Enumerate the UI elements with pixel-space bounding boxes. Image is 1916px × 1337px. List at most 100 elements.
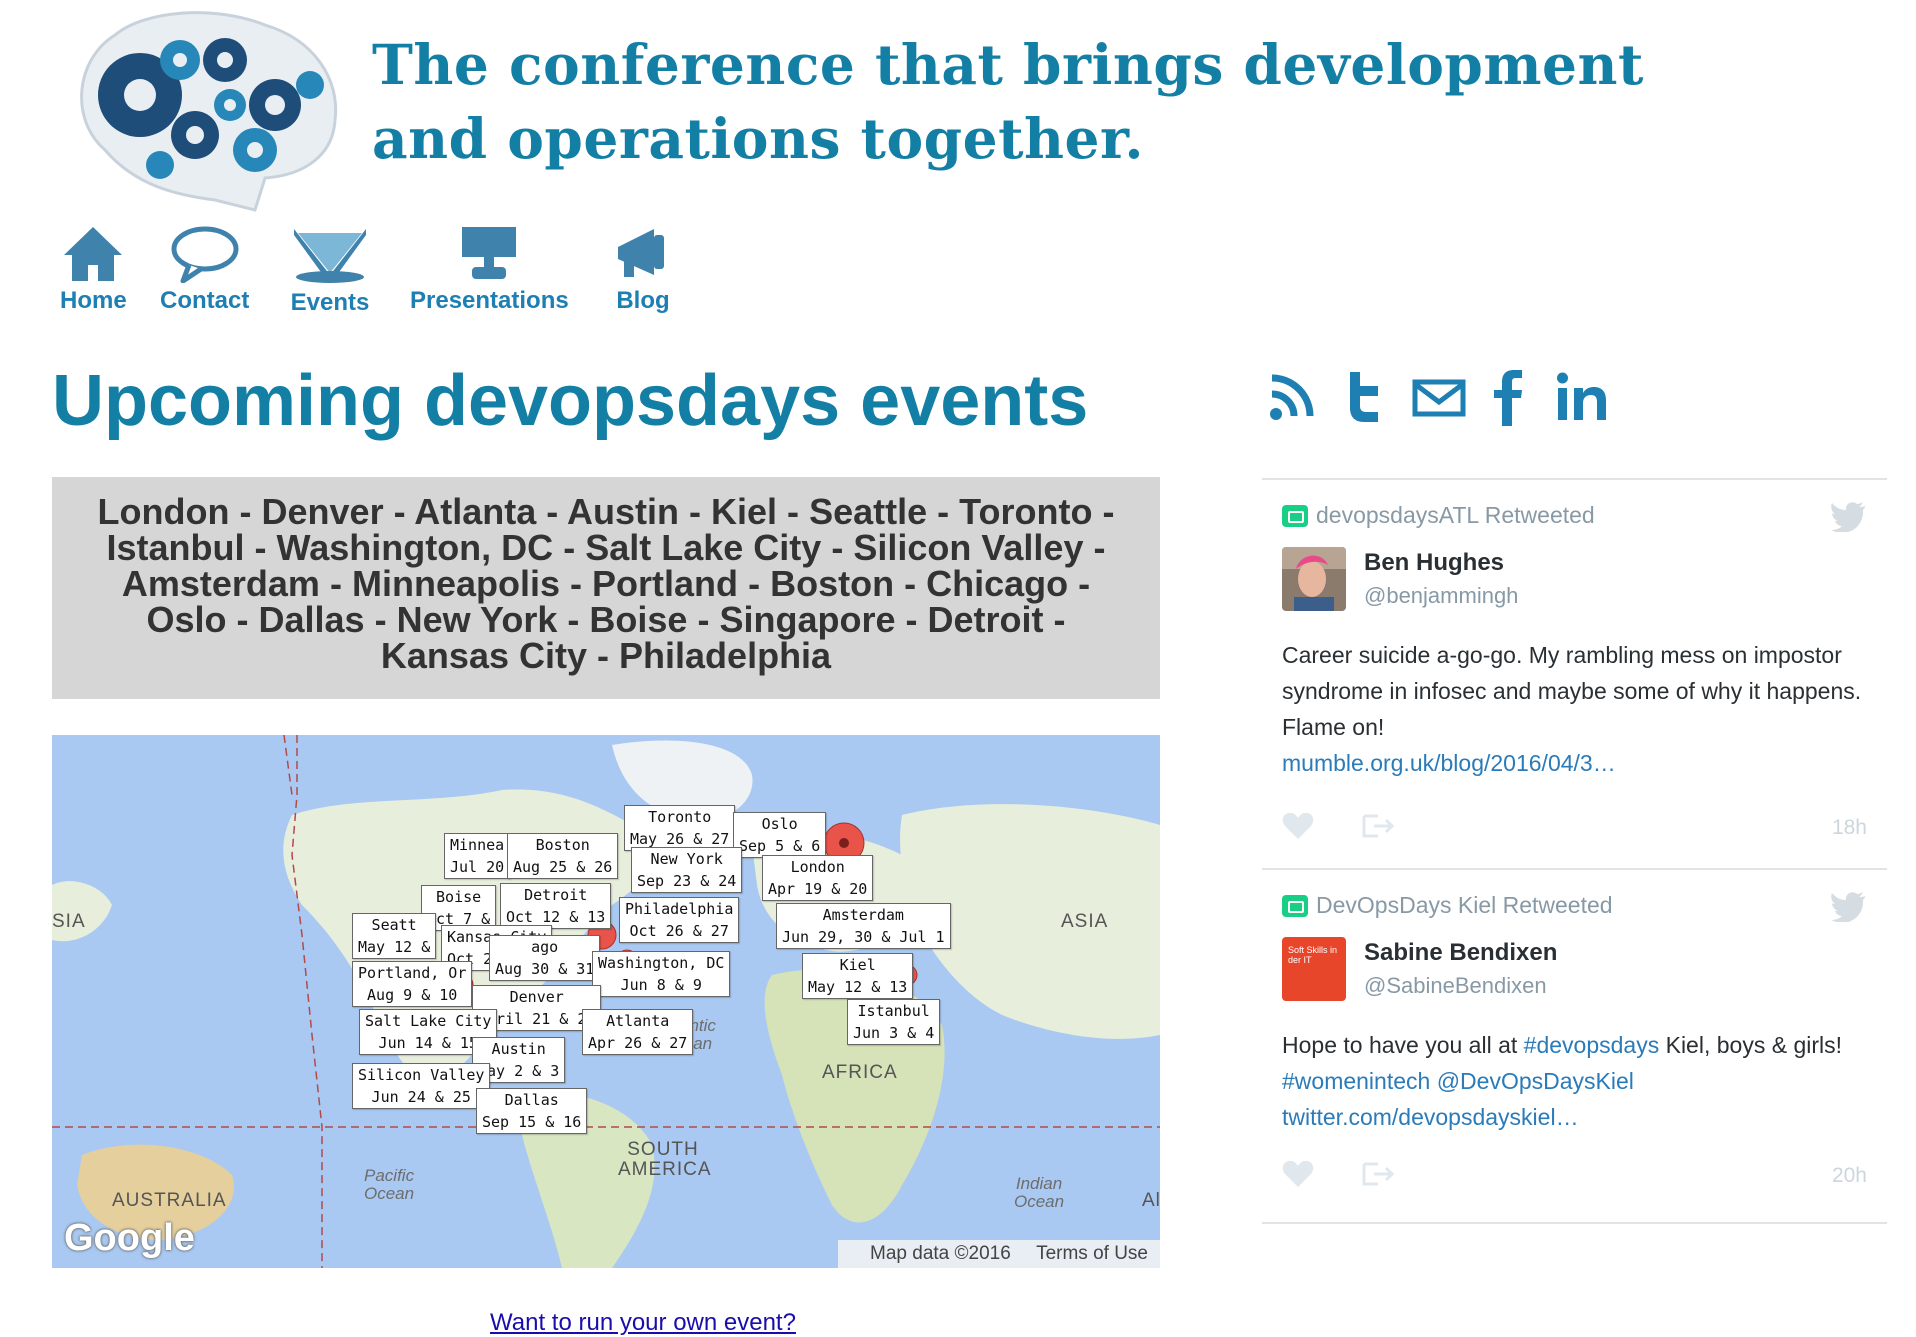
city-link[interactable]: Philadelphia (619, 635, 831, 676)
city-link[interactable]: Austin (567, 491, 679, 532)
retweeted-by[interactable]: devopsdaysATL Retweeted (1316, 502, 1595, 529)
share-icon[interactable] (1362, 1160, 1396, 1193)
tweet-time[interactable]: 20h (1832, 1164, 1867, 1188)
tweet-link[interactable]: mumble.org.uk/blog/2016/04/3… (1282, 750, 1616, 776)
avatar[interactable]: Soft Skills in der IT (1282, 937, 1346, 1001)
city-link[interactable]: Toronto (959, 491, 1092, 532)
nav-presentations[interactable]: Presentations (410, 225, 569, 315)
city-link[interactable]: Kiel (711, 491, 777, 532)
city-link[interactable]: Amsterdam (122, 563, 320, 604)
city-link[interactable]: Istanbul (107, 527, 245, 568)
twitter-icon[interactable] (1342, 368, 1386, 429)
tweet-author[interactable]: Soft Skills in der IT Sabine Bendixen @S… (1282, 937, 1867, 1003)
city-link[interactable]: Seattle (809, 491, 927, 532)
map-marker-label[interactable]: Minnea Jul 20 (444, 833, 511, 879)
city-link[interactable]: Chicago (926, 563, 1068, 604)
city-separator: - (570, 563, 583, 604)
rss-icon[interactable] (1268, 368, 1316, 429)
like-icon[interactable] (1282, 1160, 1314, 1193)
city-link[interactable]: Boise (589, 599, 687, 640)
run-own-event-link[interactable]: Want to run your own event? (490, 1309, 796, 1337)
city-separator: - (748, 563, 761, 604)
city-link[interactable]: Minneapolis (352, 563, 560, 604)
city-link[interactable]: Washington, DC (277, 527, 554, 568)
city-link[interactable]: Oslo (146, 599, 226, 640)
nav-events-label: Events (290, 289, 370, 316)
author-name[interactable]: Sabine Bendixen (1364, 939, 1557, 967)
share-icon[interactable] (1362, 812, 1396, 845)
linkedin-icon[interactable] (1556, 368, 1608, 429)
map-marker-label[interactable]: Boston Aug 25 & 26 (507, 833, 619, 879)
tweet-text: Career suicide a-go-go. My rambling mess… (1282, 637, 1867, 781)
city-link[interactable]: Atlanta (414, 491, 536, 532)
city-link[interactable]: London (98, 491, 230, 532)
twitter-bird-icon[interactable] (1831, 892, 1867, 927)
nav-contact[interactable]: Contact (160, 225, 249, 315)
tagline-line-1: The conference that brings development (372, 32, 1644, 97)
email-icon[interactable] (1412, 368, 1466, 429)
twitter-bird-icon[interactable] (1831, 502, 1867, 537)
map-marker-label[interactable]: Detroit Oct 12 & 13 (500, 883, 612, 929)
author-handle[interactable]: @SabineBendixen (1364, 973, 1547, 999)
city-separator: - (697, 599, 710, 640)
map-marker-label[interactable]: Atlanta Apr 26 & 27 (582, 1009, 694, 1055)
tweet-time[interactable]: 18h (1832, 816, 1867, 840)
spotlight-stage-icon (294, 229, 366, 283)
map-marker-label[interactable]: Oslo Sep 5 & 6 (733, 812, 827, 858)
avatar[interactable] (1282, 547, 1346, 611)
map-marker-label[interactable]: ago Aug 30 & 31 (489, 935, 601, 981)
map-marker-label[interactable]: Kiel May 12 & 13 (802, 953, 914, 999)
google-logo[interactable]: Google (64, 1217, 195, 1260)
city-separator: - (688, 491, 701, 532)
nav-blog[interactable]: Blog (612, 225, 674, 315)
city-link[interactable]: Portland (592, 563, 738, 604)
map-marker-label[interactable]: Portland, Or Aug 9 & 10 (352, 961, 473, 1007)
city-link[interactable]: Kansas City (381, 635, 587, 676)
facebook-icon[interactable] (1490, 368, 1526, 433)
hashtag-link[interactable]: #devopsdays (1524, 1032, 1660, 1058)
map-marker-label[interactable]: Amsterdam Jun 29, 30 & Jul 1 (776, 903, 951, 949)
city-separator: - (546, 491, 559, 532)
city-link[interactable]: Singapore (719, 599, 895, 640)
city-separator: - (567, 599, 580, 640)
map-marker-label[interactable]: New York Sep 23 & 24 (631, 847, 743, 893)
city-link[interactable]: Detroit (928, 599, 1044, 640)
retweeted-by[interactable]: DevOpsDays Kiel Retweeted (1316, 892, 1613, 919)
city-link[interactable]: Boston (770, 563, 894, 604)
gear-brain-logo-icon (80, 11, 338, 212)
map-marker-label[interactable]: Toronto May 26 & 27 (624, 805, 736, 851)
megaphone-icon (618, 229, 664, 277)
city-link[interactable]: Silicon Valley (853, 527, 1083, 568)
site-logo[interactable] (65, 0, 345, 215)
tweet-link[interactable]: twitter.com/devopsdayskiel… (1282, 1104, 1579, 1130)
map-marker-label[interactable]: Dallas Sep 15 & 16 (476, 1088, 588, 1134)
city-link[interactable]: Denver (262, 491, 384, 532)
author-name[interactable]: Ben Hughes (1364, 549, 1504, 577)
map-marker-label[interactable]: Seatt May 12 & (352, 913, 437, 959)
map-marker-label[interactable]: Istanbul Jun 3 & 4 (847, 999, 941, 1045)
tweet[interactable]: DevOpsDays Kiel Retweeted Soft Skills in… (1262, 868, 1887, 1224)
twitter-timeline: devopsdaysATL Retweeted Ben Hughes @benj… (1262, 478, 1887, 1224)
terms-of-use-link[interactable]: Terms of Use (1036, 1243, 1148, 1264)
map-marker-label[interactable]: Silicon Valley Jun 24 & 25 (352, 1063, 491, 1109)
events-map[interactable]: SIA ASIA AFRICA SOUTH AMERICA AUSTRALIA … (52, 735, 1160, 1268)
tweet[interactable]: devopsdaysATL Retweeted Ben Hughes @benj… (1262, 478, 1887, 868)
tweet-author[interactable]: Ben Hughes @benjammingh (1282, 547, 1867, 613)
tagline-line-2: and operations together. (372, 106, 1145, 171)
tweet-body-start: Hope to have you all at (1282, 1032, 1524, 1058)
nav-home[interactable]: Home (60, 225, 127, 315)
map-label-africa: AFRICA (822, 1062, 898, 1083)
nav-events[interactable]: Events (290, 225, 370, 317)
nav-home-label: Home (60, 287, 127, 314)
mention-link[interactable]: @DevOpsDaysKiel (1437, 1068, 1634, 1094)
map-marker-label[interactable]: Washington, DC Jun 8 & 9 (592, 951, 731, 997)
city-link[interactable]: New York (397, 599, 558, 640)
retweet-line: devopsdaysATL Retweeted (1282, 502, 1867, 529)
city-link[interactable]: Dallas (259, 599, 365, 640)
map-marker-label[interactable]: Philadelphia Oct 26 & 27 (619, 897, 740, 943)
author-handle[interactable]: @benjammingh (1364, 583, 1518, 609)
hashtag-link[interactable]: #womenintech (1282, 1068, 1430, 1094)
city-link[interactable]: Salt Lake City (585, 527, 821, 568)
like-icon[interactable] (1282, 812, 1314, 845)
map-marker-label[interactable]: London Apr 19 & 20 (762, 855, 874, 901)
